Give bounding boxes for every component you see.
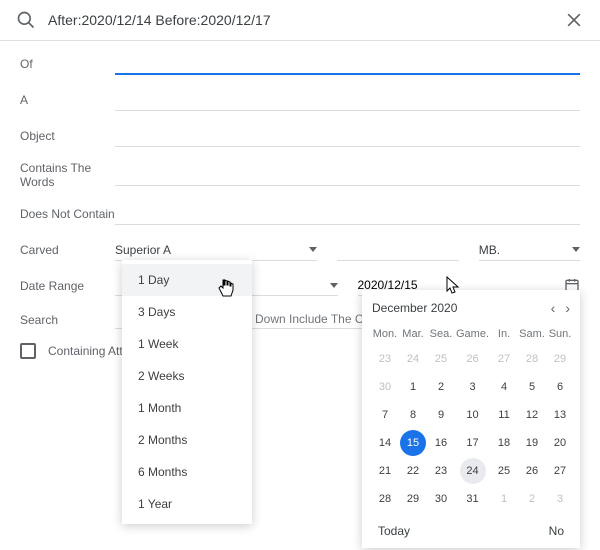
field-object[interactable] xyxy=(115,125,580,147)
calendar-day[interactable]: 14 xyxy=(372,430,398,456)
next-month-button[interactable]: › xyxy=(565,300,570,316)
calendar-day[interactable]: 27 xyxy=(547,458,573,484)
calendar-day[interactable]: 11 xyxy=(491,402,517,428)
calendar-day[interactable]: 5 xyxy=(519,374,545,400)
calendar-day[interactable]: 26 xyxy=(519,458,545,484)
calendar-day[interactable]: 3 xyxy=(547,486,573,512)
size-op-select[interactable]: Superior A xyxy=(115,239,317,261)
calendar-day[interactable]: 25 xyxy=(491,458,517,484)
calendar-day[interactable]: 24 xyxy=(460,458,486,484)
today-button[interactable]: Today xyxy=(378,524,410,538)
dropdown-item[interactable]: 2 Weeks xyxy=(122,360,252,392)
dow-label: Sea. xyxy=(428,324,454,344)
calendar-day[interactable]: 30 xyxy=(428,486,454,512)
calendar-day[interactable]: 8 xyxy=(400,402,426,428)
field-of[interactable] xyxy=(115,53,580,75)
label-object: Object xyxy=(20,129,115,143)
calendar-day[interactable]: 13 xyxy=(547,402,573,428)
dropdown-item[interactable]: 1 Day xyxy=(122,264,252,296)
calendar-day[interactable]: 12 xyxy=(519,402,545,428)
attachments-checkbox[interactable] xyxy=(20,343,36,359)
calendar-day[interactable]: 29 xyxy=(547,346,573,372)
calendar-day[interactable]: 18 xyxy=(491,430,517,456)
dropdown-hint: Down Include The Ch xyxy=(255,312,370,326)
label-contains: Contains The Words xyxy=(20,161,115,189)
caret-icon xyxy=(572,247,580,252)
dropdown-item[interactable]: 2 Months xyxy=(122,424,252,456)
size-op-value: Superior A xyxy=(115,243,171,257)
calendar-day[interactable]: 29 xyxy=(400,486,426,512)
none-button[interactable]: No xyxy=(549,524,564,538)
calendar-day[interactable]: 30 xyxy=(372,374,398,400)
label-not-contain: Does Not Contain xyxy=(20,207,115,221)
calendar-day[interactable]: 2 xyxy=(519,486,545,512)
dropdown-item[interactable]: 1 Year xyxy=(122,488,252,520)
calendar-day[interactable]: 2 xyxy=(428,374,454,400)
field-contains[interactable] xyxy=(115,164,580,186)
dow-label: In. xyxy=(491,324,517,344)
dropdown-item[interactable]: 1 Week xyxy=(122,328,252,360)
calendar-day[interactable]: 17 xyxy=(460,430,486,456)
date-range-dropdown: 1 Day3 Days1 Week2 Weeks1 Month2 Months6… xyxy=(122,260,252,524)
calendar-day[interactable]: 23 xyxy=(428,458,454,484)
search-bar: After:2020/12/14 Before:2020/12/17 xyxy=(0,0,600,41)
field-a[interactable] xyxy=(115,89,580,111)
calendar-day[interactable]: 27 xyxy=(491,346,517,372)
calendar-grid: Mon.Mar.Sea.Game.In.Sam.Sun.232425262728… xyxy=(372,324,570,512)
calendar-day[interactable]: 23 xyxy=(372,346,398,372)
label-date-range: Date Range xyxy=(20,279,115,293)
label-of: Of xyxy=(20,57,115,71)
calendar-day[interactable]: 1 xyxy=(400,374,426,400)
size-unit-value: MB. xyxy=(479,243,500,257)
calendar-day[interactable]: 25 xyxy=(428,346,454,372)
month-label: December 2020 xyxy=(372,301,457,315)
dropdown-item[interactable]: 1 Month xyxy=(122,392,252,424)
calendar-day[interactable]: 24 xyxy=(400,346,426,372)
calendar-day[interactable]: 26 xyxy=(460,346,486,372)
caret-icon xyxy=(330,283,338,288)
dow-label: Sun. xyxy=(547,324,573,344)
calendar-day[interactable]: 9 xyxy=(428,402,454,428)
dropdown-item[interactable]: 3 Days xyxy=(122,296,252,328)
calendar-day[interactable]: 10 xyxy=(460,402,486,428)
calendar-day[interactable]: 21 xyxy=(372,458,398,484)
calendar-day[interactable]: 31 xyxy=(460,486,486,512)
calendar-day[interactable]: 28 xyxy=(519,346,545,372)
close-icon[interactable] xyxy=(564,10,584,30)
calendar-day[interactable]: 15 xyxy=(400,430,426,456)
datepicker: December 2020 ‹ › Mon.Mar.Sea.Game.In.Sa… xyxy=(362,290,580,548)
label-carved: Carved xyxy=(20,243,115,257)
dow-label: Game. xyxy=(456,324,489,344)
calendar-day[interactable]: 20 xyxy=(547,430,573,456)
dow-label: Sam. xyxy=(519,324,545,344)
calendar-day[interactable]: 3 xyxy=(460,374,486,400)
search-query[interactable]: After:2020/12/14 Before:2020/12/17 xyxy=(48,12,564,28)
prev-month-button[interactable]: ‹ xyxy=(551,300,556,316)
calendar-day[interactable]: 22 xyxy=(400,458,426,484)
size-input[interactable] xyxy=(337,239,458,261)
calendar-day[interactable]: 6 xyxy=(547,374,573,400)
dropdown-item[interactable]: 6 Months xyxy=(122,456,252,488)
size-unit-select[interactable]: MB. xyxy=(479,239,580,261)
calendar-day[interactable]: 19 xyxy=(519,430,545,456)
calendar-day[interactable]: 7 xyxy=(372,402,398,428)
dow-label: Mar. xyxy=(400,324,426,344)
caret-icon xyxy=(309,247,317,252)
calendar-day[interactable]: 28 xyxy=(372,486,398,512)
label-search: Search xyxy=(20,313,115,327)
search-icon xyxy=(16,10,36,30)
calendar-day[interactable]: 1 xyxy=(491,486,517,512)
field-not-contain[interactable] xyxy=(115,203,580,225)
label-a: A xyxy=(20,93,115,107)
calendar-day[interactable]: 4 xyxy=(491,374,517,400)
dow-label: Mon. xyxy=(372,324,398,344)
calendar-day[interactable]: 16 xyxy=(428,430,454,456)
